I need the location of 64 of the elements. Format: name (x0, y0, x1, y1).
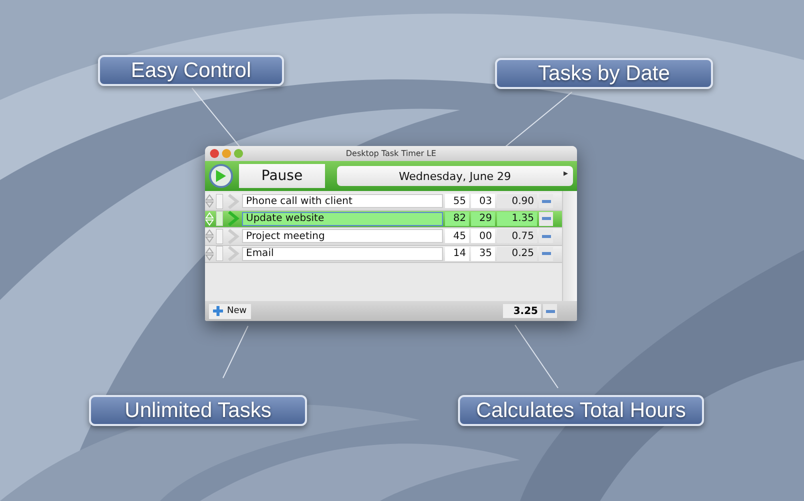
remove-button[interactable] (543, 304, 557, 318)
task-name-field[interactable]: Email (242, 246, 443, 261)
sort-arrows-icon (205, 246, 214, 261)
task-row[interactable]: Update website 82 29 1.35 (205, 210, 562, 228)
remove-button[interactable] (539, 246, 553, 261)
minutes-cell: 14 (445, 246, 469, 261)
close-button[interactable] (210, 149, 219, 158)
callout-label: Easy Control (98, 55, 284, 86)
task-row[interactable]: Project meeting 45 00 0.75 (205, 228, 562, 246)
drag-handle-icon[interactable] (216, 228, 223, 244)
minutes-cell: 55 (445, 194, 469, 208)
remove-button[interactable] (539, 194, 553, 208)
sort-arrows-icon (205, 212, 214, 226)
task-name-field[interactable]: Project meeting (242, 229, 443, 244)
seconds-cell: 00 (471, 229, 495, 244)
callout-label: Tasks by Date (495, 58, 713, 89)
minimize-button[interactable] (222, 149, 231, 158)
play-button[interactable] (209, 164, 233, 188)
plus-icon (213, 306, 223, 316)
play-icon (215, 169, 227, 183)
task-row[interactable]: Phone call with client 55 03 0.90 (205, 193, 562, 210)
sort-arrows-icon (205, 194, 214, 208)
leader-line (504, 92, 572, 148)
scroll-bar[interactable] (562, 191, 577, 301)
minus-icon (542, 234, 550, 238)
drag-handle-icon[interactable] (216, 194, 223, 209)
minus-icon (542, 252, 550, 256)
leader-line (192, 88, 240, 148)
task-row[interactable]: Email 14 35 0.25 (205, 246, 562, 263)
drag-handle-icon[interactable] (216, 246, 223, 262)
sort-arrows-icon (205, 229, 214, 244)
zoom-button[interactable] (234, 149, 243, 158)
minus-icon (546, 310, 554, 312)
leader-line (514, 324, 558, 388)
next-arrow[interactable]: ▸ (563, 169, 568, 179)
chevron-icon[interactable] (225, 228, 240, 244)
window-title: Desktop Task Timer LE (346, 149, 436, 158)
task-name-field[interactable]: Update website (242, 212, 443, 226)
hours-cell: 0.90 (497, 194, 537, 208)
minus-icon (542, 200, 550, 203)
remove-button[interactable] (539, 212, 553, 226)
minutes-cell: 45 (445, 229, 469, 244)
total-hours: 3.25 (503, 304, 541, 318)
chevron-icon[interactable] (225, 211, 240, 226)
minutes-cell: 82 (445, 212, 469, 226)
seconds-cell: 35 (471, 246, 495, 261)
chevron-icon[interactable] (225, 246, 240, 262)
leader-line (222, 326, 248, 378)
date-button[interactable]: Wednesday, June 29 ▸ (337, 166, 573, 186)
hours-cell: 0.25 (497, 246, 537, 261)
callout-label: Unlimited Tasks (89, 395, 307, 426)
chevron-icon[interactable] (225, 194, 240, 209)
seconds-cell: 29 (471, 212, 495, 226)
minus-icon (542, 217, 550, 220)
hours-cell: 1.35 (497, 212, 537, 226)
date-label: Wednesday, June 29 (398, 170, 512, 182)
new-button[interactable]: New (209, 304, 251, 318)
drag-handle-icon[interactable] (216, 211, 223, 226)
hours-cell: 0.75 (497, 229, 537, 244)
callout-label: Calculates Total Hours (458, 395, 704, 426)
task-name-field[interactable]: Phone call with client (242, 194, 443, 208)
remove-button[interactable] (539, 229, 553, 244)
pause-button[interactable]: Pause (239, 164, 325, 188)
seconds-cell: 03 (471, 194, 495, 208)
